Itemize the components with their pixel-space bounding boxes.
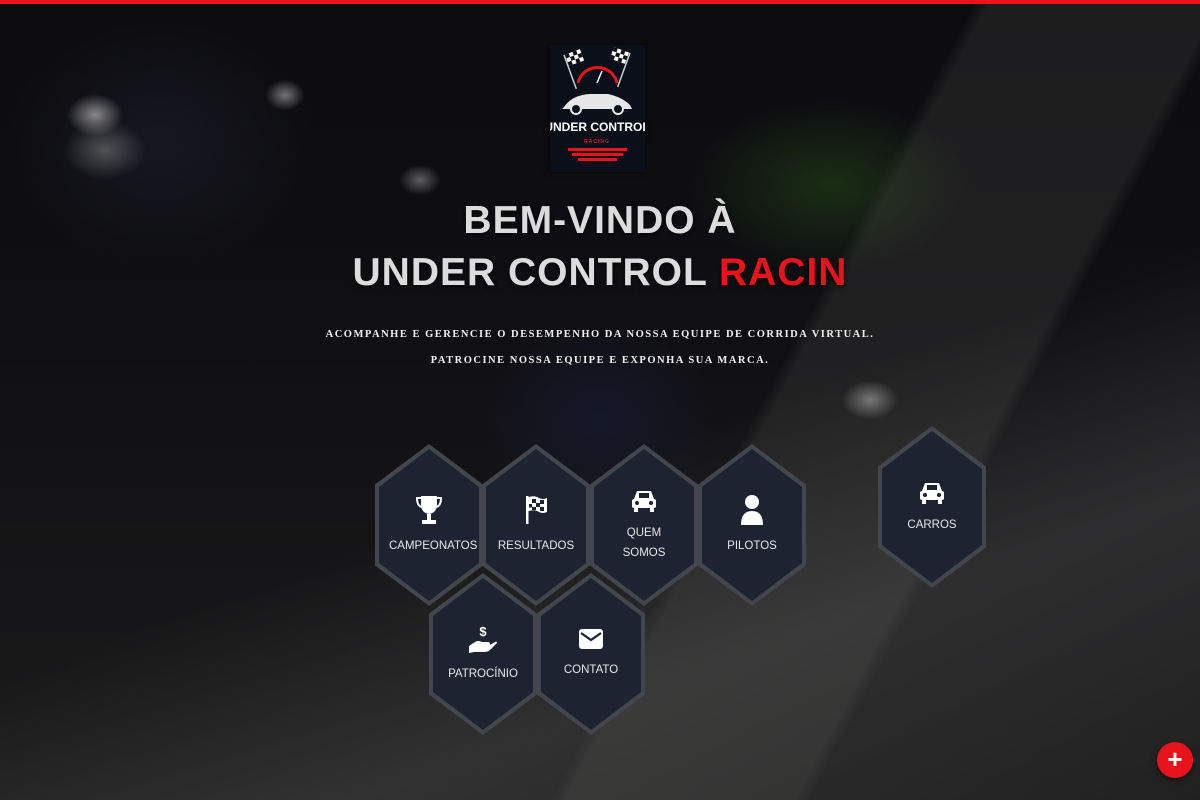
car-icon — [632, 491, 656, 512]
hero-title: BEM-VINDO À UNDER CONTROL RACIN — [0, 195, 1200, 299]
user-icon — [741, 495, 763, 525]
svg-text:$: $ — [479, 624, 487, 639]
hero-title-line1: BEM-VINDO À — [463, 199, 737, 242]
checkered-flag-icon — [526, 496, 547, 524]
plus-fab-button[interactable]: + — [1157, 742, 1193, 778]
menu-carros-label: CARROS — [907, 519, 957, 531]
plus-icon: + — [1167, 744, 1183, 774]
menu-pilotos-label: PILOTOS — [727, 540, 777, 552]
top-accent-bar — [0, 0, 1200, 4]
hero-subtitle-line1: ACOMPANHE E GERENCIE O DESEMPENHO DA NOS… — [325, 329, 875, 340]
trophy-icon — [416, 496, 442, 524]
donate-hand-icon: $ — [469, 624, 497, 653]
menu-patrocinio-label: PATROCÍNIO — [448, 668, 518, 680]
menu-resultados-label: RESULTADOS — [497, 540, 575, 552]
svg-text:UNDER CONTROL: UNDER CONTROL — [550, 120, 645, 134]
menu-contato-label: CONTATO — [563, 664, 619, 676]
envelope-icon — [579, 629, 603, 649]
brand-logo[interactable]: UNDER CONTROL RACING — [550, 45, 645, 172]
logo-emblem-icon: UNDER CONTROL RACING — [550, 47, 645, 161]
hero-title-line2: UNDER CONTROL RACIN — [0, 247, 1200, 299]
car-icon — [920, 483, 944, 504]
hero-title-accent: RACIN — [718, 251, 848, 294]
hero-subtitle-line2: PATROCINE NOSSA EQUIPE E EXPONHA SUA MAR… — [430, 355, 770, 366]
hero-subtitle: ACOMPANHE E GERENCIE O DESEMPENHO DA NOS… — [0, 322, 1200, 374]
menu-campeonatos-label: CAMPEONATOS — [389, 540, 478, 552]
menu-quem-somos-label: QUEM SOMOS — [622, 527, 666, 559]
svg-text:RACING: RACING — [584, 139, 610, 145]
hero-title-main: UNDER CONTROL — [352, 251, 719, 294]
